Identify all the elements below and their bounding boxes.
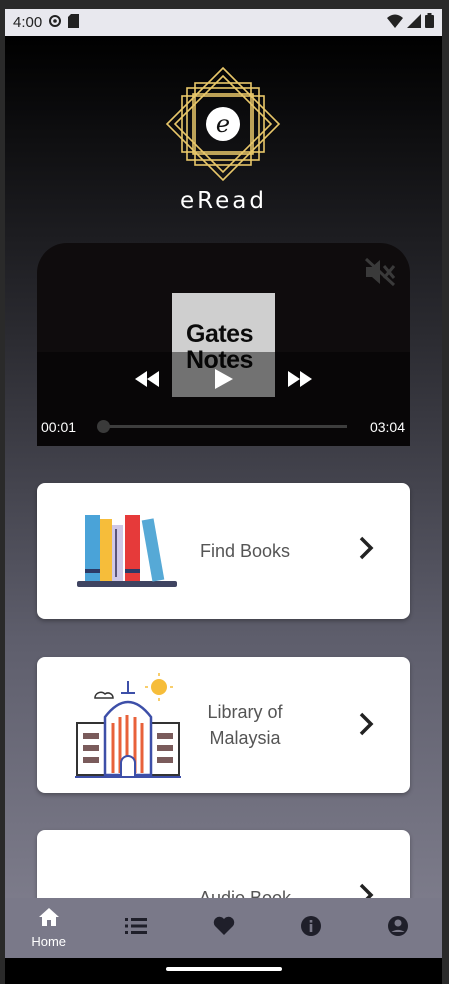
current-time: 00:01 [41, 419, 77, 435]
device-frame: 4:00 e eRead Gates Notes 00:01 03:04 Fin… [5, 9, 442, 984]
nav-list[interactable] [92, 898, 179, 958]
card-label: Library of Malaysia [207, 702, 283, 748]
play-icon[interactable] [211, 367, 235, 396]
chevron-right-icon [358, 535, 374, 566]
wifi-icon [387, 14, 403, 32]
eread-logo: e [165, 66, 281, 182]
gesture-bar [5, 958, 442, 984]
card-label: Audio Book [198, 888, 292, 898]
seek-handle[interactable] [97, 420, 110, 433]
heart-icon [213, 916, 235, 941]
home-screen: e eRead Gates Notes 00:01 03:04 Find Boo… [5, 36, 442, 898]
list-icon [125, 917, 148, 940]
fast-forward-icon[interactable] [286, 369, 314, 394]
nav-home-label: Home [31, 934, 67, 949]
seek-bar[interactable] [102, 425, 347, 428]
battery-icon [425, 13, 434, 32]
rewind-icon[interactable] [133, 369, 161, 394]
duration: 03:04 [369, 419, 405, 435]
account-icon [387, 915, 409, 942]
thumbnail-title-line1: Gates [186, 320, 253, 348]
library-of-malaysia-card[interactable]: Library of Malaysia [37, 657, 410, 793]
mute-icon[interactable] [364, 257, 396, 292]
nav-favorites[interactable] [180, 898, 267, 958]
signal-icon [407, 13, 421, 32]
app-name: eRead [180, 188, 267, 214]
chevron-right-icon [358, 882, 374, 898]
audio-book-card[interactable]: Audio Book [37, 830, 410, 898]
nav-info[interactable] [267, 898, 354, 958]
nav-account[interactable] [355, 898, 442, 958]
nav-home[interactable]: Home [5, 898, 92, 958]
sd-card-status-icon [68, 13, 80, 32]
library-building-icon [75, 673, 181, 784]
home-indicator[interactable] [166, 967, 282, 971]
settings-status-icon [48, 14, 62, 32]
chevron-right-icon [358, 711, 374, 742]
books-icon [77, 513, 177, 594]
status-bar: 4:00 [5, 9, 442, 36]
status-time: 4:00 [13, 14, 43, 31]
logo-letter: e [216, 110, 230, 138]
bottom-navigation: Home [5, 898, 442, 958]
home-icon [38, 907, 60, 932]
video-player[interactable]: Gates Notes 00:01 03:04 [37, 243, 410, 446]
find-books-card[interactable]: Find Books [37, 483, 410, 619]
card-label: Find Books [199, 541, 291, 561]
info-icon [300, 915, 322, 942]
